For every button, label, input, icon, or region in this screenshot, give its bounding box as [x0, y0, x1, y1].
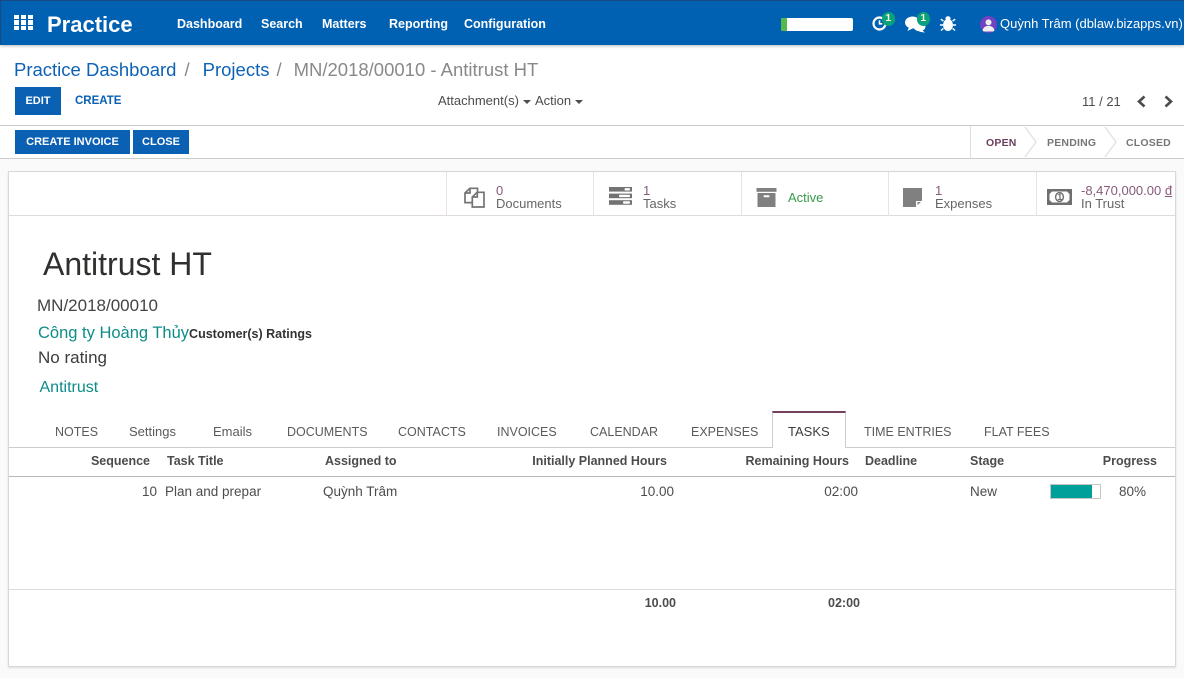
svg-text:1: 1 [1057, 192, 1062, 202]
